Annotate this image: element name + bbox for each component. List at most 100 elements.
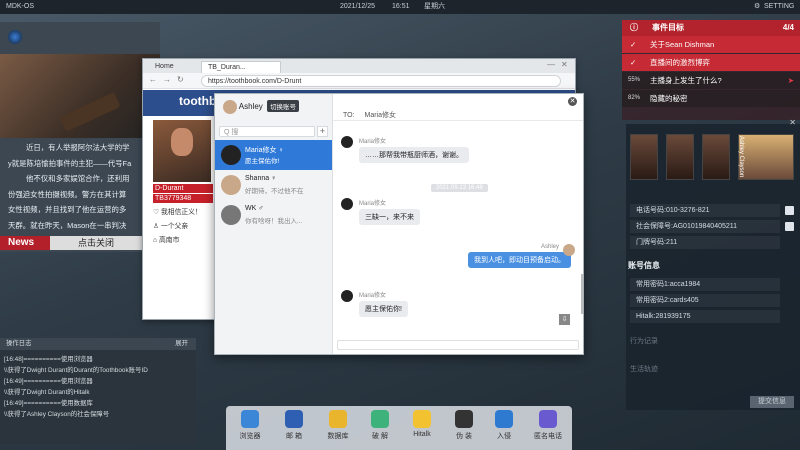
news-image	[0, 54, 160, 138]
profile-city: 高南市	[159, 237, 180, 244]
log-row: \\获得了Dwight Durant的Durant的Toothbook账号ID	[4, 367, 148, 374]
check-icon: ✓	[630, 40, 637, 49]
message-bubble: ……那帮我带瓶厨师酒，谢谢。	[359, 147, 469, 163]
news-line: 他不仅和多家娱馆合作，还利用	[26, 174, 130, 183]
password2-field: 常用密码2:cards405	[630, 294, 780, 307]
news-line: 女性视频，并且找到了他在运营的多	[8, 205, 127, 214]
objective-label: 直播间的激烈博弈	[650, 58, 710, 67]
suspect-portrait[interactable]	[630, 134, 658, 180]
tab-toothbook[interactable]: TB_Duran...	[201, 61, 281, 73]
profile-motto: 我相信正义！	[160, 209, 202, 216]
dock-browser[interactable]: 浏览器	[234, 410, 266, 441]
mail-icon	[285, 410, 303, 428]
date: 2021/12/25	[340, 3, 376, 10]
disguise-icon	[455, 410, 473, 428]
chat-scrollbar[interactable]	[581, 274, 583, 314]
selected-portrait[interactable]	[738, 134, 794, 180]
dock-disguise[interactable]: 伪 装	[448, 410, 480, 441]
news-body: 近日，有人举报阿尔法大学的学 y就是陈培愉拍事件的主犯——代号Fa 他不仅和多家…	[8, 140, 158, 233]
account-section-title: 账号信息	[628, 261, 660, 270]
close-icon[interactable]: ✕	[789, 118, 796, 127]
weekday: 星期六	[424, 3, 445, 10]
dock-label: 匿名电话	[534, 433, 562, 440]
dock-anonymous-call[interactable]: 匿名电话	[530, 410, 566, 441]
dock-database[interactable]: 数据库	[322, 410, 354, 441]
contact-item-shanna[interactable]: Shanna ♀ 好期待，不过他不在	[215, 170, 332, 200]
news-line: 近日，有人举报阿尔法大学的学	[26, 143, 130, 152]
sender-avatar	[341, 136, 353, 148]
copy-icon[interactable]	[785, 206, 794, 215]
log-rows: [16:48]==========使用浏览器 \\获得了Dwight Duran…	[0, 350, 196, 420]
dock-intrude[interactable]: 入侵	[488, 410, 520, 441]
hitalk-icon	[413, 410, 431, 428]
sender-avatar	[563, 244, 575, 256]
message-bubble: 愿主保佑你!	[359, 301, 408, 317]
news-close-button[interactable]: 点击关闭	[78, 236, 114, 250]
suspect-portrait[interactable]	[666, 134, 694, 180]
log-row: [16:49]==========使用浏览器	[4, 378, 93, 385]
browser-icon	[241, 410, 259, 428]
dossier-panel: ✕ Ashley Clayson 电话号码:010-3276-821 社会保障号…	[626, 118, 800, 410]
profile-photo	[153, 120, 211, 182]
add-contact-button[interactable]: +	[317, 126, 328, 137]
gear-icon[interactable]: ⚙	[754, 0, 760, 14]
contact-item-wk[interactable]: WK ♂ 你有啥呀！我出入...	[215, 200, 332, 230]
switch-account-button[interactable]: 切换账号	[267, 100, 300, 113]
app-dock: 浏览器 邮 箱 数据库 破 解 Hitalk 伪 装 入侵 匿名电话	[226, 406, 572, 450]
dock-hitalk[interactable]: Hitalk	[406, 410, 438, 438]
events-count: 4/4	[782, 23, 794, 32]
objective-label: 隐藏的秘密	[650, 94, 688, 103]
submit-info-button[interactable]: 提交信息	[750, 396, 794, 408]
password1-field: 常用密码1:acca1984	[630, 278, 780, 291]
tab-home[interactable]: Home	[149, 61, 180, 73]
objective-item[interactable]: ✓ 关于Sean Dishman	[622, 36, 800, 53]
operation-log-panel: 操作日志 展开 [16:48]==========使用浏览器 \\获得了Dwig…	[0, 338, 196, 444]
phone-field: 电话号码:010-3276-821	[630, 204, 794, 217]
setting-button[interactable]: SETTING	[764, 0, 794, 14]
log-row: \\获得了Ashley Clayson的社会保障号	[4, 411, 110, 418]
log-expand-button[interactable]: 展开	[175, 338, 188, 350]
profile-id: TB3779348	[153, 194, 213, 203]
objective-item[interactable]: 55% 主播身上发生了什么? ➤	[622, 72, 800, 89]
database-icon	[329, 410, 347, 428]
url-input[interactable]: https://toothbook.com/D-Drunt	[201, 75, 561, 87]
log-row: \\获得了Dwight Durant的Hitalk	[4, 389, 90, 396]
copy-icon[interactable]	[785, 222, 794, 231]
profile-card: D-Durant TB3779348 ♡ 我相信正义！ ♙ 一个父亲 ⌂ 高南市	[153, 120, 217, 290]
minimize-icon[interactable]: —	[547, 60, 555, 69]
back-icon[interactable]: ←	[149, 75, 157, 84]
contact-item-maria[interactable]: Maria修女 ♀ 愿主保佑你!	[215, 140, 332, 170]
log-row: [16:48]==========使用浏览器	[4, 356, 93, 363]
contact-name: Maria修女 ♀	[245, 147, 284, 154]
suspect-portrait[interactable]	[702, 134, 730, 180]
field-value: Hitalk:281939175	[636, 313, 691, 320]
field-value: 电话号码:010-3276-821	[636, 207, 710, 214]
heart-icon: ♡	[153, 209, 161, 216]
dock-label: 浏览器	[239, 433, 261, 440]
message-sender: Ashley	[540, 244, 559, 250]
my-name: Ashley	[238, 102, 263, 112]
events-header: ⓘ 事件目标 4/4	[622, 20, 800, 36]
contact-last-message: 愿主保佑你!	[245, 158, 280, 165]
dock-crack[interactable]: 破 解	[364, 410, 396, 441]
objective-item[interactable]: ✓ 直播间的激烈博弈	[622, 54, 800, 71]
forward-icon[interactable]: →	[163, 75, 171, 84]
log-title: 操作日志	[6, 340, 32, 347]
my-avatar	[223, 100, 237, 114]
arrow-right-icon: ➤	[787, 76, 794, 85]
download-icon[interactable]: ⇩	[559, 314, 570, 325]
gavel-image	[59, 92, 121, 132]
objective-item[interactable]: 82% 隐藏的秘密	[622, 90, 800, 107]
phone-icon	[539, 410, 557, 428]
profile-meta: ♡ 我相信正义！ ♙ 一个父亲 ⌂ 高南市	[153, 206, 217, 248]
field-value: 社会保障号:AG01019840405211	[636, 223, 738, 230]
contact-last-message: 好期待，不过他不在	[245, 188, 304, 195]
news-bar: News 点击关闭	[0, 236, 160, 250]
close-icon[interactable]: ✕	[561, 60, 568, 69]
contact-search-input[interactable]: Q 搜	[219, 126, 315, 137]
close-icon[interactable]: ✕	[568, 97, 577, 106]
message-input[interactable]	[337, 340, 579, 350]
info-icon: ⓘ	[630, 23, 638, 32]
reload-icon[interactable]: ↻	[177, 75, 184, 84]
dock-mail[interactable]: 邮 箱	[278, 410, 310, 441]
